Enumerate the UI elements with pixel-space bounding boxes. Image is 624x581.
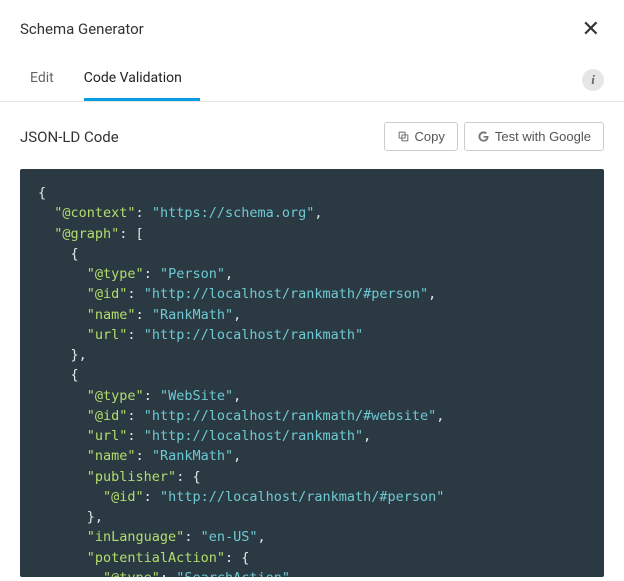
test-google-button[interactable]: Test with Google	[464, 122, 604, 151]
tab-edit[interactable]: Edit	[20, 58, 72, 101]
copy-icon	[397, 130, 410, 143]
code-viewer[interactable]: { "@context": "https://schema.org", "@gr…	[20, 169, 604, 577]
close-button[interactable]: ✕	[578, 14, 604, 44]
test-google-button-label: Test with Google	[495, 129, 591, 144]
code-content: { "@context": "https://schema.org", "@gr…	[20, 169, 604, 577]
modal-title: Schema Generator	[20, 20, 144, 38]
tab-code-validation[interactable]: Code Validation	[84, 58, 200, 101]
tabs-row: Edit Code Validation i	[0, 58, 624, 102]
modal-header: Schema Generator ✕	[0, 0, 624, 58]
button-group: Copy Test with Google	[384, 122, 604, 151]
copy-button-label: Copy	[415, 129, 445, 144]
section-title: JSON-LD Code	[20, 128, 119, 146]
info-icon: i	[591, 72, 595, 88]
google-icon	[477, 130, 490, 143]
close-icon: ✕	[582, 16, 600, 41]
toolbar: JSON-LD Code Copy Test with Google	[0, 102, 624, 163]
info-button[interactable]: i	[582, 69, 604, 91]
copy-button[interactable]: Copy	[384, 122, 458, 151]
